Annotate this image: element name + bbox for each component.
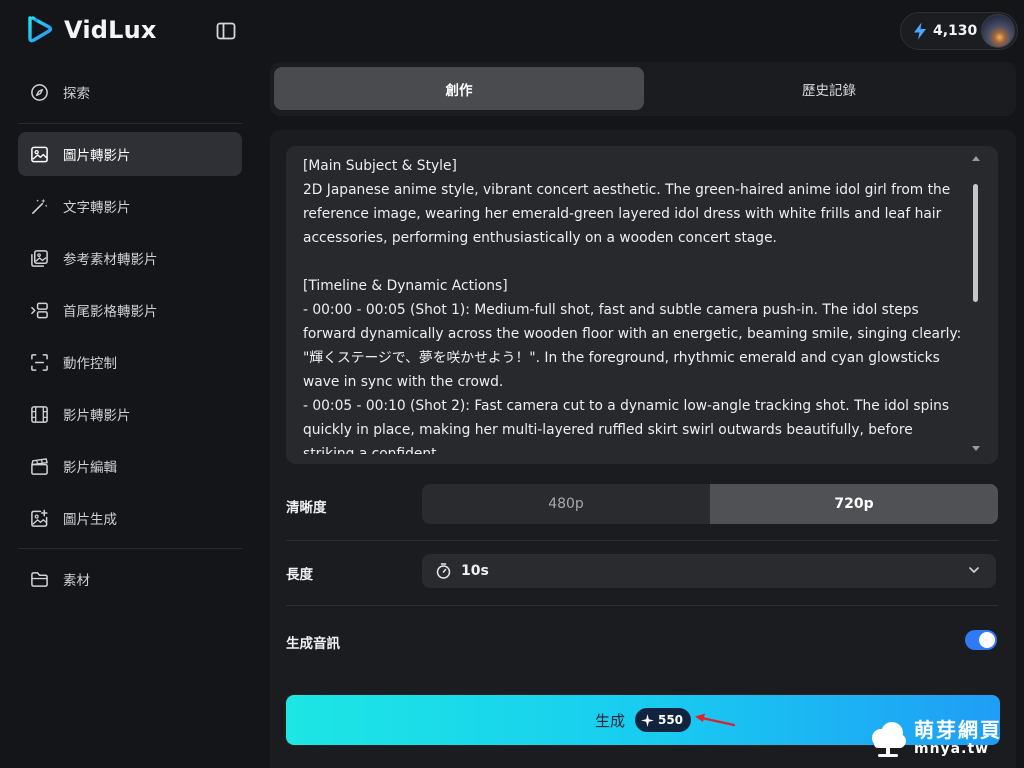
scroll-up-arrow[interactable] — [972, 156, 980, 161]
compass-icon — [31, 83, 48, 101]
audio-label: 生成音訊 — [286, 636, 340, 652]
resolution-option-720p[interactable]: 720p — [710, 484, 998, 524]
duration-value: 10s — [461, 563, 489, 579]
sidebar-item-label: 探索 — [63, 86, 90, 102]
cost-badge: 550 — [634, 708, 692, 732]
lightning-icon — [914, 22, 926, 40]
row-divider — [286, 605, 998, 606]
create-panel: [Main Subject & Style] 2D Japanese anime… — [270, 130, 1016, 768]
sidebar-item-image-to-video[interactable]: 圖片轉影片 — [18, 132, 242, 176]
frames-icon — [31, 302, 48, 318]
sidebar-item-label: 動作控制 — [63, 356, 117, 372]
resolution-option-480p[interactable]: 480p — [422, 484, 710, 524]
cost-amount: 550 — [657, 713, 684, 727]
row-divider — [286, 540, 998, 541]
sidebar-item-label: 影片編輯 — [63, 460, 117, 476]
credits-badge[interactable]: 4,130 — [900, 12, 1018, 50]
scrollbar-thumb[interactable] — [973, 184, 978, 302]
sidebar-item-text-to-video[interactable]: 文字轉影片 — [18, 184, 242, 228]
mode-tabs: 創作 歷史記錄 — [270, 62, 1016, 116]
annotation-arrow-icon — [695, 713, 736, 727]
resolution-selector: 480p 720p — [422, 484, 998, 524]
toggle-knob — [979, 632, 995, 648]
sidebar-item-video-edit[interactable]: 影片編輯 — [18, 444, 242, 488]
sidebar-item-reference-to-video[interactable]: 参考素材轉影片 — [18, 236, 242, 280]
sparkle-icon — [640, 713, 654, 727]
sidebar-toggle-icon[interactable] — [216, 22, 236, 40]
sidebar-item-label: 圖片生成 — [63, 512, 117, 528]
app-name: VidLux — [64, 16, 157, 44]
sidebar-item-motion-control[interactable]: 動作控制 — [18, 340, 242, 384]
image-plus-icon — [31, 509, 48, 527]
sidebar-item-assets[interactable]: 素材 — [18, 557, 242, 601]
sidebar-item-frames-to-video[interactable]: 首尾影格轉影片 — [18, 288, 242, 332]
avatar[interactable] — [981, 14, 1015, 48]
watermark-url: mnya.tw — [914, 741, 990, 757]
magic-wand-icon — [32, 198, 48, 214]
watermark: 萌芽網頁 mnya.tw — [868, 718, 1002, 758]
folder-icon — [31, 571, 48, 587]
sidebar-item-label: 影片轉影片 — [63, 408, 131, 424]
sidebar-item-label: 圖片轉影片 — [63, 148, 131, 164]
sidebar-item-label: 首尾影格轉影片 — [63, 304, 158, 320]
clapperboard-icon — [31, 457, 48, 475]
sidebar-item-label: 参考素材轉影片 — [63, 252, 158, 268]
tab-history[interactable]: 歷史記錄 — [644, 67, 1014, 110]
chevron-down-icon — [969, 567, 979, 573]
sidebar-item-label: 素材 — [63, 573, 90, 589]
tab-create[interactable]: 創作 — [274, 67, 644, 110]
timer-icon — [436, 563, 451, 579]
watermark-text: 萌芽網頁 mnya.tw — [914, 720, 1002, 756]
prompt-text: [Main Subject & Style] 2D Japanese anime… — [303, 158, 962, 454]
audio-toggle[interactable] — [965, 630, 997, 650]
duration-label: 長度 — [286, 567, 313, 583]
gallery-icon — [31, 249, 48, 267]
prompt-textarea[interactable]: [Main Subject & Style] 2D Japanese anime… — [286, 146, 998, 464]
sidebar-item-image-generation[interactable]: 圖片生成 — [18, 496, 242, 540]
duration-select[interactable]: 10s — [422, 554, 996, 588]
scroll-down-arrow[interactable] — [972, 446, 980, 451]
film-icon — [31, 405, 48, 423]
logo-icon — [28, 16, 53, 43]
credits-amount: 4,130 — [933, 23, 978, 39]
watermark-name: 萌芽網頁 — [914, 718, 1002, 742]
sidebar-item-explore[interactable]: 探索 — [18, 70, 242, 114]
sidebar-item-video-to-video[interactable]: 影片轉影片 — [18, 392, 242, 436]
cloud-logo-icon — [872, 722, 906, 757]
resolution-label: 清晰度 — [286, 500, 327, 516]
generate-label: 生成 — [594, 711, 625, 730]
focus-icon — [31, 353, 48, 371]
sidebar-item-label: 文字轉影片 — [63, 200, 131, 216]
app-logo[interactable]: VidLux — [24, 14, 157, 46]
sidebar-divider — [18, 548, 242, 549]
sidebar-divider — [18, 123, 242, 124]
sidebar: VidLux 探索 圖片轉影片 文字轉影片 参考素材轉影片 首尾影格轉影片 動作… — [0, 0, 258, 768]
image-icon — [31, 146, 48, 162]
